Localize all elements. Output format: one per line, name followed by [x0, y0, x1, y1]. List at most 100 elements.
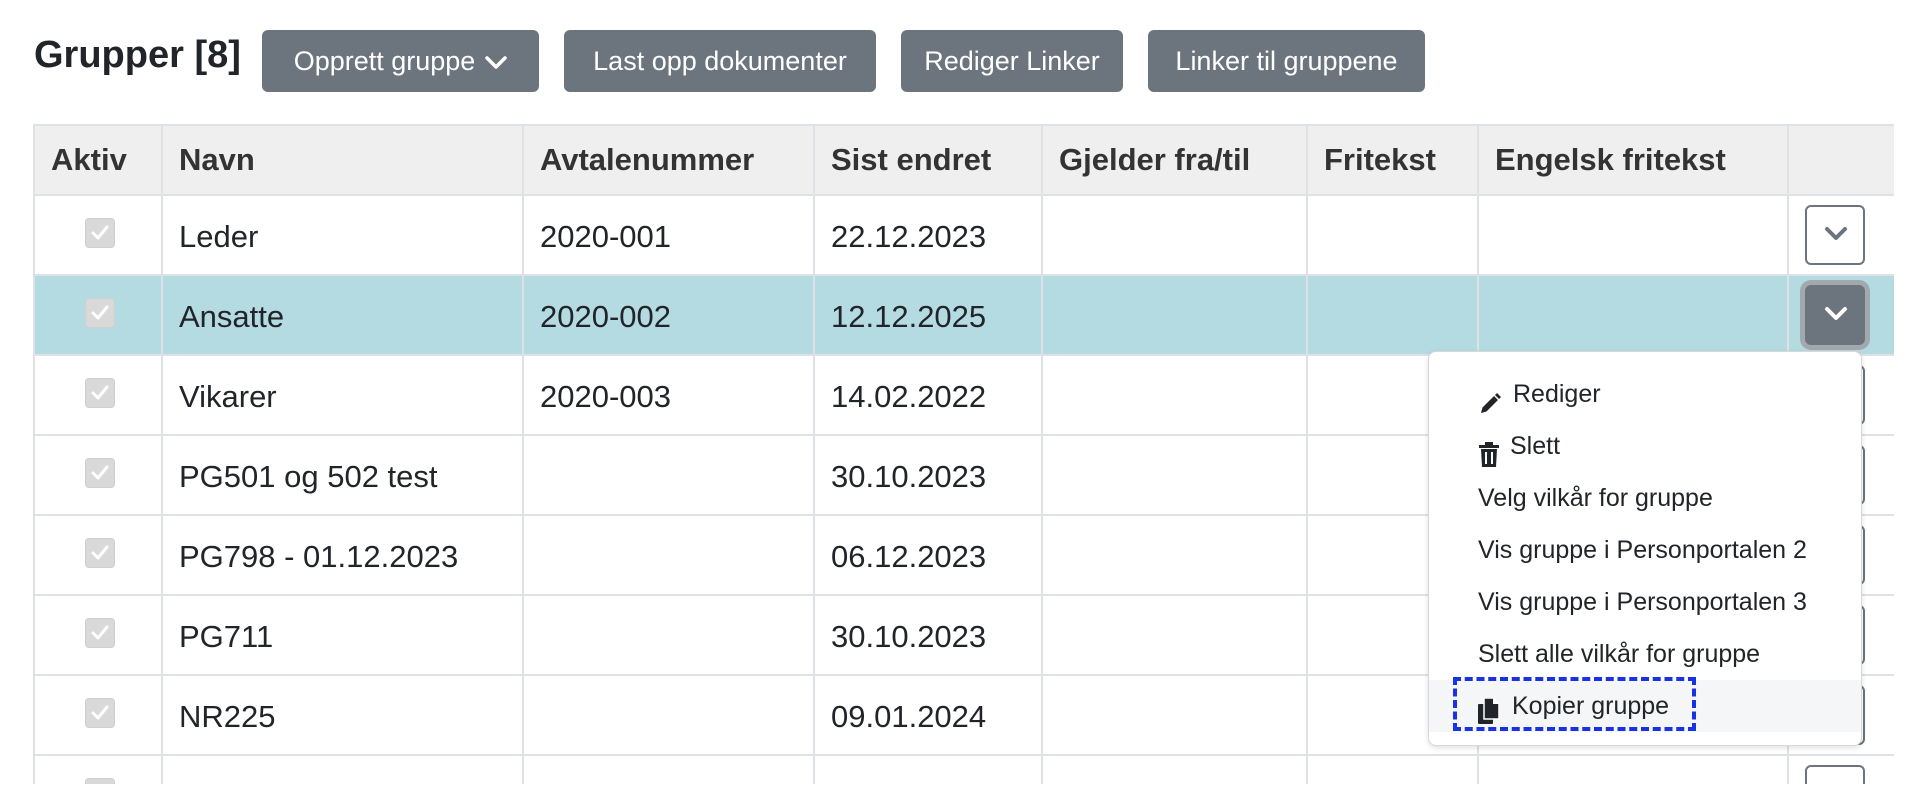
active-checkbox: [85, 218, 115, 248]
last-changed-cell: 22.12.2023: [813, 194, 1043, 276]
english-freetext-cell: [1477, 754, 1789, 784]
agreement-number-cell: [522, 674, 815, 756]
last-changed-cell: 09.01.2024: [813, 674, 1043, 756]
checkmark-icon: [91, 385, 109, 400]
active-cell: [33, 434, 163, 516]
row-actions-dropdown-button[interactable]: [1805, 285, 1865, 345]
column-header-name[interactable]: Navn: [161, 124, 524, 196]
name-cell: Leder: [161, 194, 524, 276]
table-header-row: Aktiv Navn Avtalenummer Sist endret Gjel…: [33, 124, 1894, 196]
column-header-actions: [1787, 124, 1894, 196]
table-row[interactable]: PG712 test 19.01.2026: [33, 754, 1894, 784]
create-group-label: Opprett gruppe: [293, 46, 476, 76]
active-checkbox: [85, 378, 115, 408]
english-freetext-cell: [1477, 194, 1789, 276]
menu-item-delete-all-terms[interactable]: Slett alle vilkår for gruppe: [1429, 628, 1861, 680]
agreement-number-cell: [522, 754, 815, 784]
last-changed-cell: 30.10.2023: [813, 434, 1043, 516]
valid-from-to-cell: [1041, 754, 1308, 784]
menu-item-label: Kopier gruppe: [1512, 692, 1670, 720]
active-checkbox: [85, 778, 115, 784]
active-cell: [33, 754, 163, 784]
checkmark-icon: [91, 625, 109, 640]
actions-cell: [1787, 754, 1894, 784]
agreement-number-cell: 2020-001: [522, 194, 815, 276]
name-cell: PG798 - 01.12.2023: [161, 514, 524, 596]
menu-item-select-terms[interactable]: Velg vilkår for gruppe: [1429, 472, 1861, 524]
last-changed-cell: 19.01.2026: [813, 754, 1043, 784]
menu-item-delete[interactable]: Slett: [1429, 420, 1861, 472]
valid-from-to-cell: [1041, 354, 1308, 436]
name-cell: PG501 og 502 test: [161, 434, 524, 516]
checkmark-icon: [91, 465, 109, 480]
name-cell: PG711: [161, 594, 524, 676]
copy-icon: [1478, 692, 1500, 744]
valid-from-to-cell: [1041, 674, 1308, 756]
column-header-last-changed[interactable]: Sist endret: [813, 124, 1043, 196]
active-cell: [33, 354, 163, 436]
active-checkbox: [85, 538, 115, 568]
name-cell: Vikarer: [161, 354, 524, 436]
freetext-cell: [1306, 274, 1479, 356]
last-changed-cell: 12.12.2025: [813, 274, 1043, 356]
active-checkbox: [85, 698, 115, 728]
menu-item-edit[interactable]: Rediger: [1429, 368, 1861, 420]
checkmark-icon: [91, 305, 109, 320]
page-header: Grupper [8] Opprett gruppe Last opp doku…: [0, 0, 1923, 120]
checkmark-icon: [91, 545, 109, 560]
active-checkbox: [85, 298, 115, 328]
last-changed-cell: 30.10.2023: [813, 594, 1043, 676]
menu-item-copy-group[interactable]: Kopier gruppe: [1429, 677, 1861, 732]
row-actions-dropdown-button[interactable]: [1805, 765, 1865, 784]
column-header-freetext[interactable]: Fritekst: [1306, 124, 1479, 196]
active-checkbox: [85, 618, 115, 648]
checkmark-icon: [91, 225, 109, 240]
chevron-down-icon: [485, 30, 508, 92]
agreement-number-cell: [522, 514, 815, 596]
last-changed-cell: 14.02.2022: [813, 354, 1043, 436]
agreement-number-cell: [522, 434, 815, 516]
menu-item-show-in-portal-2[interactable]: Vis gruppe i Personportalen 2: [1429, 524, 1861, 576]
active-checkbox: [85, 458, 115, 488]
column-header-active[interactable]: Aktiv: [33, 124, 163, 196]
edit-links-button[interactable]: Rediger Linker: [901, 30, 1123, 92]
active-cell: [33, 274, 163, 356]
valid-from-to-cell: [1041, 514, 1308, 596]
checkmark-icon: [91, 705, 109, 720]
actions-cell: [1787, 274, 1894, 356]
column-header-valid-from-to[interactable]: Gjelder fra/til: [1041, 124, 1308, 196]
links-to-groups-button[interactable]: Linker til gruppene: [1148, 30, 1425, 92]
column-header-agreement-number[interactable]: Avtalenummer: [522, 124, 815, 196]
active-cell: [33, 674, 163, 756]
agreement-number-cell: 2020-003: [522, 354, 815, 436]
valid-from-to-cell: [1041, 594, 1308, 676]
last-changed-cell: 06.12.2023: [813, 514, 1043, 596]
active-cell: [33, 194, 163, 276]
valid-from-to-cell: [1041, 194, 1308, 276]
freetext-cell: [1306, 754, 1479, 784]
freetext-cell: [1306, 194, 1479, 276]
column-header-english-freetext[interactable]: Engelsk fritekst: [1477, 124, 1789, 196]
name-cell: NR225: [161, 674, 524, 756]
table-row[interactable]: Leder 2020-001 22.12.2023: [33, 194, 1894, 276]
checkmark-icon: [90, 783, 110, 784]
agreement-number-cell: [522, 594, 815, 676]
chevron-down-icon: [1825, 307, 1847, 320]
upload-documents-button[interactable]: Last opp dokumenter: [564, 30, 876, 92]
valid-from-to-cell: [1041, 274, 1308, 356]
create-group-button[interactable]: Opprett gruppe: [262, 30, 539, 92]
valid-from-to-cell: [1041, 434, 1308, 516]
menu-item-label: Rediger: [1513, 380, 1601, 408]
agreement-number-cell: 2020-002: [522, 274, 815, 356]
active-cell: [33, 514, 163, 596]
row-actions-dropdown-button[interactable]: [1805, 205, 1865, 265]
name-cell: Ansatte: [161, 274, 524, 356]
table-row[interactable]: Ansatte 2020-002 12.12.2025: [33, 274, 1894, 356]
actions-cell: [1787, 194, 1894, 276]
english-freetext-cell: [1477, 274, 1789, 356]
menu-item-show-in-portal-3[interactable]: Vis gruppe i Personportalen 3: [1429, 576, 1861, 628]
group-actions-dropdown-menu: Rediger Slett Velg vilkår for gruppe Vis…: [1428, 351, 1862, 746]
chevron-down-icon: [1825, 227, 1847, 240]
page-title: Grupper [8]: [34, 34, 241, 76]
menu-item-label: Slett: [1510, 432, 1561, 460]
